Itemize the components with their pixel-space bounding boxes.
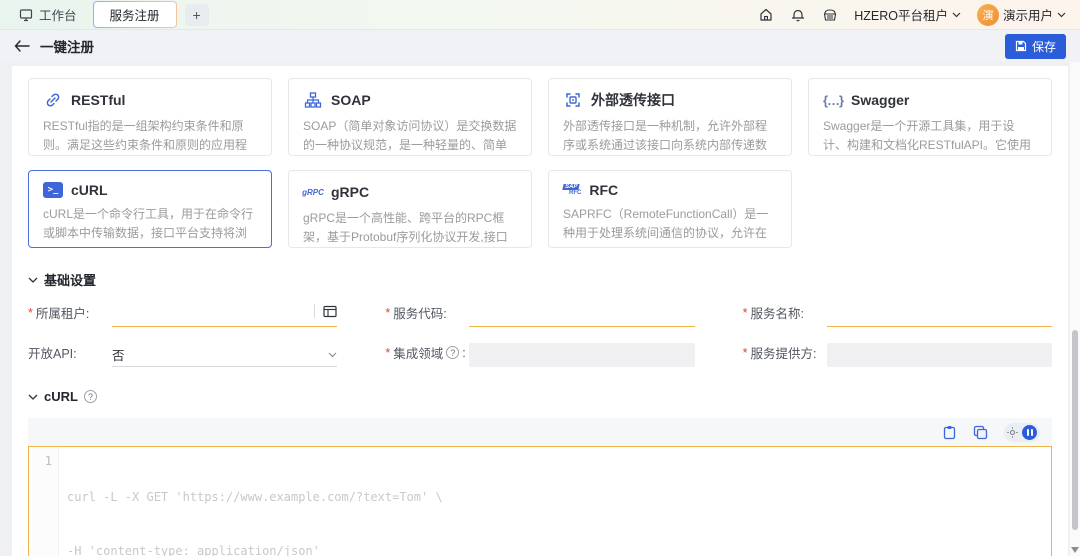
scrollbar-thumb[interactable] xyxy=(1072,330,1078,530)
card-soap[interactable]: SOAP SOAP（简单对象访问协议）是交换数据的一种协议规范，是一种轻量的、简… xyxy=(288,78,532,156)
card-grpc[interactable]: gRPC gRPC gRPC是一个高性能、跨平台的RPC框架，基于Protobu… xyxy=(288,170,532,248)
user-menu[interactable]: 演 演示用户 xyxy=(976,3,1066,26)
grpc-logo-icon: gRPC xyxy=(302,187,324,197)
card-title: Swagger xyxy=(851,92,910,108)
code-line-1: curl -L -X GET 'https://www.example.com/… xyxy=(67,490,443,504)
card-title: SOAP xyxy=(331,92,371,108)
toggle-knob xyxy=(1022,424,1037,440)
sap-rfc-logo-icon: SAP RFC xyxy=(562,184,582,196)
tenant-name: HZERO平台租户 xyxy=(854,9,948,23)
tenant-selector[interactable]: HZERO平台租户 xyxy=(854,5,961,24)
terminal-icon: >_ xyxy=(43,182,63,198)
card-rfc[interactable]: SAP RFC RFC SAPRFC（RemoteFunctionCall）是一… xyxy=(548,170,792,248)
workbench-icon xyxy=(18,7,34,23)
card-description: SOAP（简单对象访问协议）是交换数据的一种协议规范，是一种轻量的、简单的、基于… xyxy=(303,119,517,152)
sun-icon xyxy=(1007,426,1018,438)
line-number: 1 xyxy=(44,454,52,468)
api-type-cards: RESTful RESTful指的是一组架构约束条件和原则。满足这些约束条件和原… xyxy=(28,78,1052,248)
tab-workbench[interactable]: 工作台 xyxy=(10,2,85,27)
section-title: 基础设置 xyxy=(44,273,97,288)
tab-workbench-label: 工作台 xyxy=(39,9,77,23)
help-icon[interactable]: ? xyxy=(83,390,97,403)
braces-icon: {…} xyxy=(822,92,844,108)
card-restful[interactable]: RESTful RESTful指的是一组架构约束条件和原则。满足这些约束条件和原… xyxy=(28,78,272,156)
scroll-down-arrow-icon[interactable] xyxy=(1071,547,1079,553)
service-name-label: 服务名称: xyxy=(750,307,805,321)
field-tenant: * 所属租户: xyxy=(28,303,338,327)
copy-icon[interactable] xyxy=(973,425,988,440)
code-content[interactable]: curl -L -X GET 'https://www.example.com/… xyxy=(59,447,443,556)
field-service-name: * 服务名称: xyxy=(743,303,1052,327)
back-button[interactable] xyxy=(14,40,30,52)
card-external-passthrough[interactable]: 外部透传接口 外部透传接口是一种机制，允许外部程序或系统通过该接口向系统内部传递… xyxy=(548,78,792,156)
section-title: cURL xyxy=(44,389,78,404)
card-description: 外部透传接口是一种机制，允许外部程序或系统通过该接口向系统内部传递数据或请求，并… xyxy=(563,119,768,152)
integration-domain-label: 集成领域 xyxy=(393,347,444,361)
new-tab-button[interactable]: + xyxy=(184,3,209,26)
paste-icon[interactable] xyxy=(942,425,957,440)
card-description: RESTful指的是一组架构约束条件和原则。满足这些约束条件和原则的应用程序就是… xyxy=(43,119,248,152)
field-open-api: 开放API: 否 xyxy=(28,343,338,367)
tab-strip: 工作台 服务注册 + xyxy=(10,1,209,28)
notification-bell-icon[interactable] xyxy=(790,7,806,23)
avatar: 演 xyxy=(976,3,999,26)
chain-link-icon xyxy=(43,90,63,110)
card-title: gRPC xyxy=(331,184,370,200)
collapse-chevron-icon xyxy=(28,277,38,283)
tab-service-registration-label: 服务注册 xyxy=(93,2,176,27)
open-api-label: 开放API: xyxy=(28,347,77,361)
card-title: 外部透传接口 xyxy=(591,92,675,108)
service-code-label: 服务代码: xyxy=(393,307,447,321)
save-button[interactable]: 保存 xyxy=(1004,33,1066,59)
home-icon[interactable] xyxy=(758,7,774,23)
line-number-gutter: 1 xyxy=(29,447,59,556)
field-integration-domain: * 集成领域?: xyxy=(385,343,695,367)
save-icon xyxy=(1015,40,1027,52)
tab-service-registration[interactable]: 服务注册 xyxy=(92,1,177,28)
card-title: cURL xyxy=(71,182,108,198)
basic-settings-header[interactable]: 基础设置 xyxy=(28,270,1052,289)
field-service-code: * 服务代码: xyxy=(385,303,695,327)
service-provider-label: 服务提供方: xyxy=(750,347,817,361)
basic-settings-form: * 所属租户: * 服务代码: * 服务名称: 开放API: 否 * 集成领域 … xyxy=(28,303,1052,367)
card-swagger[interactable]: {…} Swagger Swagger是一个开源工具集，用于设计、构建和文档化R… xyxy=(808,78,1052,156)
card-curl-selected[interactable]: >_ cURL cURL是一个命令行工具，用于在命令行或脚本中传输数据，接口平台… xyxy=(28,170,272,248)
open-api-select[interactable]: 否 xyxy=(112,343,338,367)
user-name: 演示用户 xyxy=(1002,9,1053,23)
chevron-down-icon xyxy=(1057,12,1066,17)
top-right-actions: HZERO平台租户 演 演示用户 xyxy=(758,3,1066,26)
service-name-input[interactable] xyxy=(826,303,1052,327)
card-description: Swagger是一个开源工具集，用于设计、构建和文档化RESTfulAPI。它使… xyxy=(823,119,1032,152)
tenant-label: 所属租户: xyxy=(35,307,90,321)
tenant-input[interactable] xyxy=(112,303,338,327)
chevron-down-icon xyxy=(952,12,961,17)
main-content: RESTful RESTful指的是一组架构约束条件和原则。满足这些约束条件和原… xyxy=(12,66,1068,556)
top-bar: 工作台 服务注册 + HZERO平台租户 演 演示用户 xyxy=(0,0,1080,30)
field-service-provider: * 服务提供方: xyxy=(743,343,1052,367)
card-description: cURL是一个命令行工具，用于在命令行或脚本中传输数据，接口平台支持将浏览器生成… xyxy=(43,207,254,240)
open-api-value: 否 xyxy=(112,349,125,363)
curl-code-editor[interactable]: 1 curl -L -X GET 'https://www.example.co… xyxy=(28,446,1052,556)
card-description: gRPC是一个高性能、跨平台的RPC框架，基于Protobuf序列化协议开发,接… xyxy=(303,211,508,244)
theme-toggle[interactable] xyxy=(1004,422,1040,442)
help-icon[interactable]: ? xyxy=(446,346,460,359)
service-provider-input-disabled xyxy=(826,343,1052,367)
card-title: RFC xyxy=(589,182,619,198)
card-title: RESTful xyxy=(71,92,126,108)
card-description: SAPRFC（RemoteFunctionCall）是一种用于处理系统间通信的协… xyxy=(563,207,769,240)
app-market-icon[interactable] xyxy=(822,7,838,23)
service-code-input[interactable] xyxy=(469,303,695,327)
sitemap-icon xyxy=(303,90,323,110)
vertical-scrollbar[interactable] xyxy=(1070,62,1080,556)
curl-section-header[interactable]: cURL ? xyxy=(28,389,1052,404)
page-title: 一键注册 xyxy=(40,40,94,55)
page-header: 一键注册 保存 xyxy=(0,30,1080,62)
chip-icon xyxy=(563,90,583,110)
integration-domain-input-disabled xyxy=(469,343,695,367)
chevron-down-icon xyxy=(328,352,337,357)
lov-lookup-icon[interactable] xyxy=(323,305,337,318)
code-editor-toolbar xyxy=(28,418,1052,446)
collapse-chevron-icon xyxy=(28,394,38,400)
code-line-2: -H 'content-type: application/json' xyxy=(67,544,320,556)
